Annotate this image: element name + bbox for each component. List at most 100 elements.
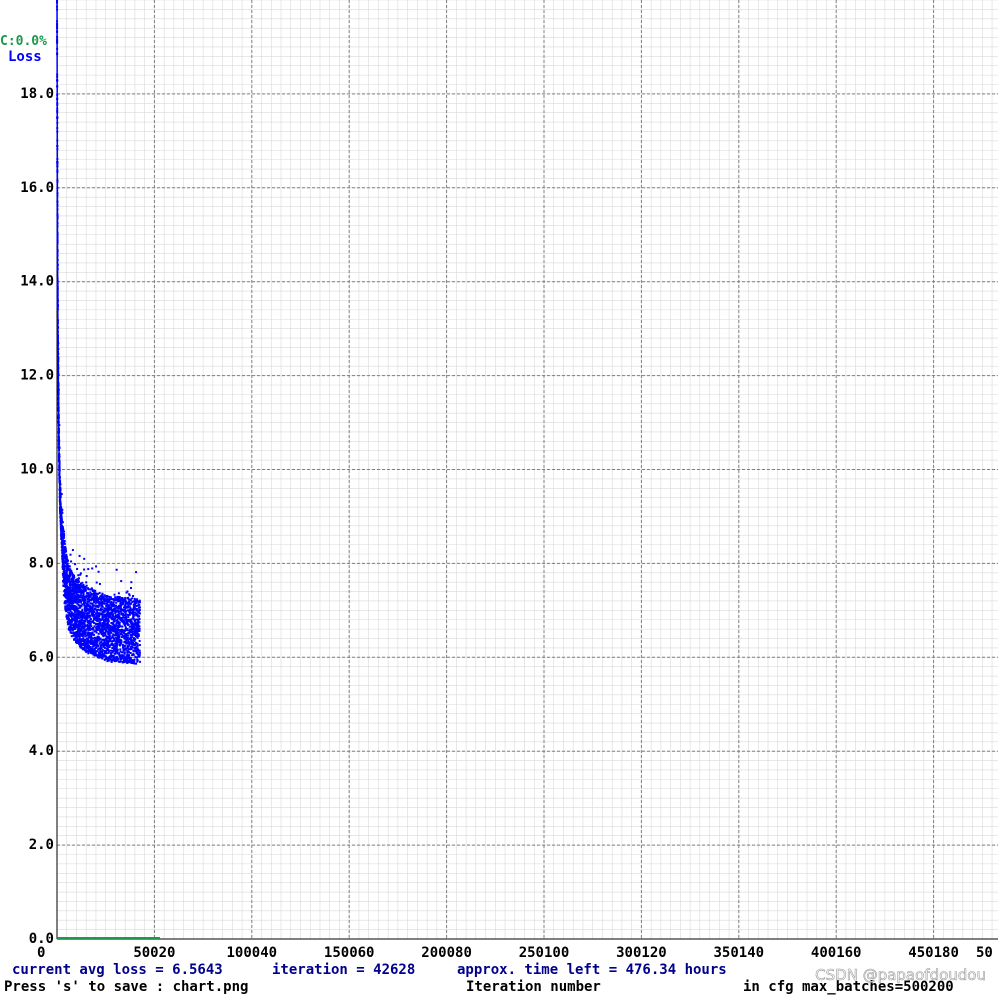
loss-point	[75, 580, 78, 583]
loss-point	[86, 601, 89, 604]
loss-point	[101, 648, 104, 651]
loss-point	[98, 653, 101, 656]
loss-point	[102, 638, 105, 641]
loss-point	[106, 657, 109, 660]
loss-point	[132, 653, 135, 656]
loss-point	[89, 651, 92, 654]
loss-point	[76, 619, 79, 622]
loss-point	[70, 589, 73, 592]
loss-point	[93, 654, 96, 657]
loss-point	[91, 627, 94, 630]
loss-point	[104, 657, 107, 660]
loss-point	[97, 635, 100, 638]
loss-point	[126, 650, 129, 653]
loss-chart: 0.02.04.06.08.010.012.014.016.018.0 0 500…	[0, 0, 998, 995]
loss-point	[133, 626, 136, 629]
loss-point	[136, 658, 139, 661]
loss-point	[119, 602, 122, 605]
loss-point	[74, 563, 77, 566]
loss-point	[71, 586, 74, 589]
loss-point	[64, 560, 67, 563]
loss-point	[88, 598, 91, 601]
loss-point	[75, 621, 78, 624]
loss-point	[105, 647, 108, 650]
loss-point	[82, 611, 85, 614]
loss-point	[104, 654, 107, 657]
loss-point	[113, 639, 116, 642]
loss-point	[93, 644, 96, 647]
loss-point	[75, 589, 78, 592]
loss-point	[81, 624, 84, 627]
loss-point	[87, 652, 90, 655]
loss-point	[121, 657, 124, 660]
loss-point	[75, 632, 78, 635]
loss-point	[102, 621, 105, 624]
loss-point	[106, 641, 109, 644]
loss-point	[107, 651, 110, 654]
loss-point	[122, 647, 125, 650]
loss-point	[107, 614, 110, 617]
loss-point	[93, 630, 96, 633]
loss-point	[103, 618, 106, 621]
loss-point	[128, 593, 131, 596]
loss-point	[106, 660, 109, 663]
loss-point	[133, 611, 136, 614]
loss-point	[130, 661, 133, 664]
loss-point	[121, 625, 124, 628]
loss-point	[93, 613, 96, 616]
loss-point	[95, 625, 98, 628]
loss-point	[137, 654, 140, 657]
loss-point	[114, 599, 117, 602]
loss-point	[99, 630, 102, 633]
loss-point	[124, 604, 127, 607]
loss-point	[122, 609, 125, 612]
loss-point	[89, 591, 92, 594]
loss-point	[85, 589, 88, 592]
loss-point	[130, 581, 133, 584]
loss-point	[111, 605, 114, 608]
loss-point	[85, 575, 88, 578]
x-tick-label: 450180	[908, 945, 959, 961]
loss-point	[135, 662, 138, 665]
loss-point	[87, 603, 90, 606]
loss-point	[118, 654, 121, 657]
loss-point	[124, 626, 127, 629]
loss-point	[92, 637, 95, 640]
loss-point	[87, 638, 90, 641]
loss-point	[103, 614, 106, 617]
loss-point	[76, 591, 79, 594]
loss-point	[71, 578, 74, 581]
loss-point	[105, 630, 108, 633]
loss-point	[81, 597, 84, 600]
loss-point	[79, 573, 82, 576]
loss-point	[86, 621, 89, 624]
loss-point	[68, 577, 71, 580]
loss-point	[122, 644, 125, 647]
loss-point	[135, 650, 138, 653]
loss-point	[70, 560, 73, 563]
loss-point	[121, 661, 124, 664]
loss-point	[108, 657, 111, 660]
loss-point	[83, 595, 86, 598]
loss-point	[101, 628, 104, 631]
loss-point	[88, 624, 91, 627]
loss-point	[115, 659, 118, 662]
loss-point	[125, 656, 128, 659]
loss-point	[90, 587, 93, 590]
loss-point	[127, 603, 130, 606]
loss-point	[79, 582, 82, 585]
loss-point	[94, 598, 97, 601]
loss-point	[128, 648, 131, 651]
loss-point	[137, 626, 140, 629]
loss-point	[65, 565, 68, 568]
status-avg-loss: current avg loss = 6.5643	[12, 962, 223, 978]
x-axis-label: Iteration number	[466, 979, 601, 995]
loss-point	[67, 600, 70, 603]
loss-point	[80, 634, 83, 637]
loss-point	[119, 657, 122, 660]
loss-point	[99, 602, 102, 605]
loss-point	[121, 616, 124, 619]
loss-point	[113, 593, 116, 596]
loss-point	[66, 604, 69, 607]
loss-point	[70, 621, 73, 624]
